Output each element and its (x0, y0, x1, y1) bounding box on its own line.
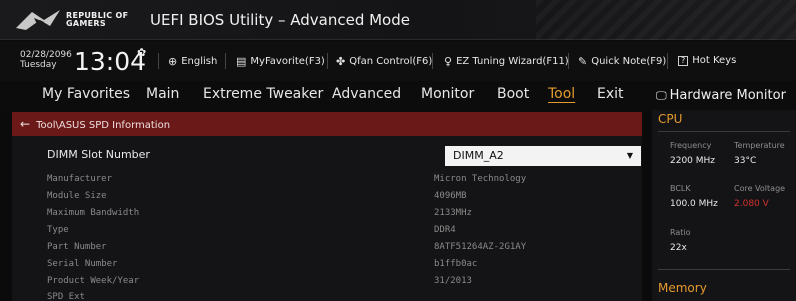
monitor-icon: 🖵 (656, 89, 667, 102)
title-bar: REPUBLIC OF GAMERS UEFI BIOS Utility – A… (0, 0, 796, 40)
app-title: UEFI BIOS Utility – Advanced Mode (150, 11, 410, 29)
back-arrow-icon[interactable]: ← (20, 117, 30, 131)
myfavorite-label: MyFavorite(F3) (250, 56, 325, 67)
frequency-value: 2200 MHz (670, 156, 716, 166)
rog-logo: REPUBLIC OF GAMERS (14, 6, 142, 34)
tab-main[interactable]: Main (146, 86, 179, 102)
divider (432, 53, 433, 69)
tab-boot[interactable]: Boot (497, 86, 529, 102)
core-voltage-value: 2.080 V (734, 199, 769, 209)
dimm-slot-select[interactable]: DIMM_A2 ▼ (445, 146, 641, 166)
row-key: Module Size (47, 191, 107, 201)
temperature-label: Temperature (734, 141, 785, 150)
row-value: 31/2013 (434, 276, 472, 286)
core-voltage-label: Core Voltage (734, 184, 786, 193)
ratio-value: 22x (670, 243, 687, 253)
globe-icon: ⊕ (168, 55, 178, 68)
row-value: b1ffb0ac (434, 259, 478, 269)
row-key: Maximum Bandwidth (47, 208, 140, 218)
clock: 13:04 (74, 47, 147, 76)
divider (327, 53, 328, 69)
main-panel: ← Tool\ASUS SPD Information DIMM Slot Num… (12, 112, 642, 301)
info-row-product-week-year: Product Week/Year 31/2013 (12, 273, 642, 290)
divider (568, 53, 569, 69)
bclk-label: BCLK (670, 184, 691, 193)
divider (667, 53, 668, 69)
hot-keys-label: Hot Keys (692, 55, 737, 66)
qfan-button[interactable]: ✤ Qfan Control(F6) (336, 55, 432, 68)
divider (158, 53, 159, 69)
hardware-monitor-header: 🖵 Hardware Monitor (652, 81, 796, 110)
row-key: Type (47, 225, 69, 235)
divider (225, 53, 226, 69)
hardware-monitor-title: Hardware Monitor (669, 88, 786, 103)
dropdown-caret-icon: ▼ (626, 151, 633, 160)
dimm-slot-value: DIMM_A2 (453, 149, 504, 162)
tab-extreme-tweaker[interactable]: Extreme Tweaker (203, 86, 323, 102)
day-text: Tuesday (20, 60, 57, 70)
note-icon: ✎ (578, 55, 588, 68)
bclk-value: 100.0 MHz (670, 199, 718, 209)
dimm-slot-label: DIMM Slot Number (47, 148, 150, 161)
row-value: DDR4 (434, 225, 456, 235)
hot-keys-button[interactable]: ? Hot Keys (678, 55, 736, 66)
info-row-serial-number: Serial Number b1ffb0ac (12, 256, 642, 273)
info-row-spd-ext: SPD Ext (12, 289, 642, 301)
info-row-part-number: Part Number 8ATF51264AZ-2G1AY (12, 239, 642, 256)
memory-section-title: Memory (658, 281, 707, 295)
info-bar: 02/28/2096 Tuesday 13:04 ✿ ⊕ English ▤ M… (0, 41, 796, 81)
brand-text: REPUBLIC OF GAMERS (66, 12, 128, 28)
info-row-module-size: Module Size 4096MB (12, 188, 642, 205)
myfavorite-button[interactable]: ▤ MyFavorite(F3) (236, 55, 325, 68)
divider (658, 269, 790, 270)
row-value: 8ATF51264AZ-2G1AY (434, 242, 527, 252)
row-key: Part Number (47, 242, 107, 252)
info-row-max-bandwidth: Maximum Bandwidth 2133MHz (12, 205, 642, 222)
ez-tuning-label: EZ Tuning Wizard(F11) (456, 56, 569, 67)
row-key: Manufacturer (47, 174, 113, 184)
hardware-monitor-panel: 🖵 Hardware Monitor CPU Frequency 2200 MHz… (652, 81, 796, 301)
tab-my-favorites[interactable]: My Favorites (42, 86, 130, 102)
divider (658, 131, 790, 132)
help-icon: ? (678, 55, 689, 66)
date-display: 02/28/2096 Tuesday (20, 50, 72, 70)
quick-note-label: Quick Note(F9) (591, 56, 667, 67)
row-value: Micron Technology (434, 174, 527, 184)
row-key: Product Week/Year (47, 276, 140, 286)
row-key: Serial Number (47, 259, 118, 269)
row-value: 2133MHz (434, 208, 472, 218)
date-text: 02/28/2096 (20, 50, 72, 60)
temperature-value: 33°C (734, 156, 757, 166)
tab-advanced[interactable]: Advanced (332, 86, 401, 102)
row-value: 4096MB (434, 191, 467, 201)
qfan-label: Qfan Control(F6) (349, 56, 433, 67)
rog-eye-icon (16, 10, 60, 30)
frequency-label: Frequency (670, 141, 712, 150)
cpu-section-title: CPU (658, 112, 683, 126)
tab-tool[interactable]: Tool (548, 86, 575, 102)
brand-line2: GAMERS (66, 19, 106, 28)
breadcrumb-text: Tool\ASUS SPD Information (36, 120, 171, 131)
ratio-label: Ratio (670, 228, 691, 237)
language-label: English (181, 56, 218, 67)
fan-icon: ✤ (336, 55, 346, 68)
tab-exit[interactable]: Exit (597, 86, 624, 102)
breadcrumb[interactable]: ← Tool\ASUS SPD Information (12, 112, 642, 136)
lightbulb-icon: ♀ (444, 55, 453, 68)
language-button[interactable]: ⊕ English (168, 55, 217, 68)
row-key: SPD Ext (47, 292, 85, 301)
ez-tuning-button[interactable]: ♀ EZ Tuning Wizard(F11) (444, 55, 569, 68)
info-row-type: Type DDR4 (12, 222, 642, 239)
tab-monitor[interactable]: Monitor (421, 86, 474, 102)
clock-settings-icon[interactable]: ✿ (137, 46, 146, 59)
quick-note-button[interactable]: ✎ Quick Note(F9) (578, 55, 666, 68)
info-row-manufacturer: Manufacturer Micron Technology (12, 171, 642, 188)
favorites-list-icon: ▤ (236, 55, 247, 68)
